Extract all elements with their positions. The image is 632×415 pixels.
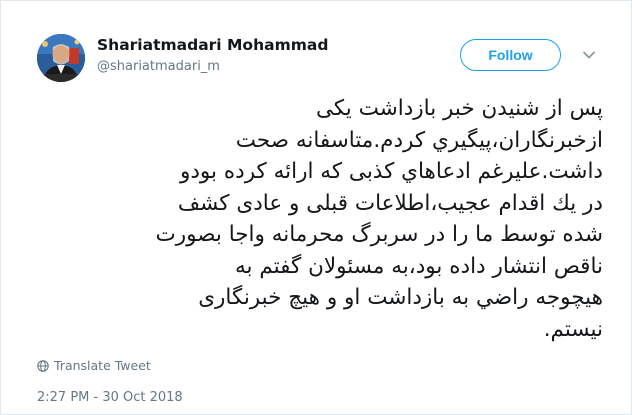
tweet-text: پس از شنیدن خبر بازداشت یکی ازخبرنگاران،…	[155, 96, 604, 342]
display-name[interactable]: Shariatmadari Mohammad	[97, 36, 328, 54]
profile-photo	[37, 34, 85, 82]
translate-tweet-link[interactable]: Translate Tweet	[37, 358, 151, 373]
chevron-down-icon[interactable]	[581, 47, 597, 63]
globe-icon	[37, 359, 49, 372]
avatar[interactable]	[37, 34, 85, 82]
translate-label: Translate Tweet	[54, 358, 151, 373]
follow-button[interactable]: Follow	[460, 39, 561, 71]
tweet-timestamp[interactable]: 2:27 PM - 30 Oct 2018	[37, 390, 183, 405]
user-handle[interactable]: @shariatmadari_m	[97, 59, 220, 74]
tweet-card: Shariatmadari Mohammad @shariatmadari_m …	[0, 0, 632, 415]
